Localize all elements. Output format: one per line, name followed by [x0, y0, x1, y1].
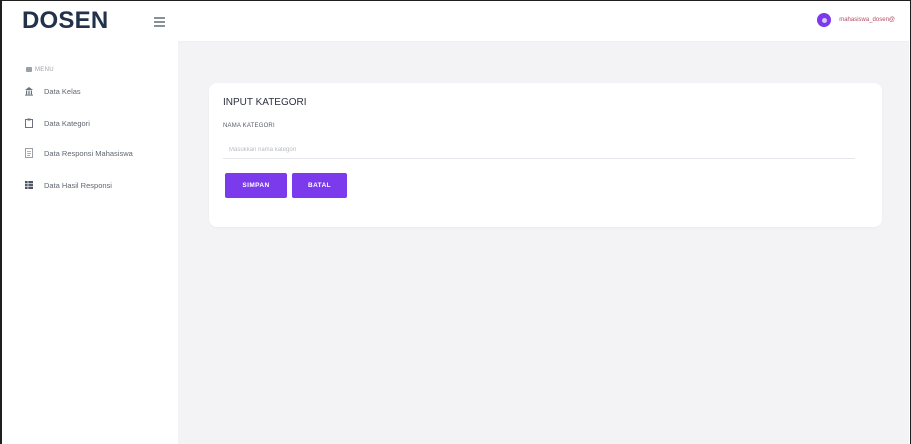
card-title: INPUT KATEGORI [223, 97, 307, 108]
clipboard-icon [24, 118, 34, 128]
user-name: mahasiswa_dosen@ [839, 17, 895, 23]
sidebar-item-label: Data Hasil Responsi [44, 180, 112, 190]
building-icon [24, 86, 34, 96]
hamburger-menu-icon[interactable] [154, 17, 165, 27]
user-menu[interactable]: mahasiswa_dosen@ [817, 13, 895, 27]
sidebar-section-label: MENU [26, 67, 54, 73]
sidebar-item-data-hasil-responsi[interactable]: Data Hasil Responsi [24, 177, 112, 193]
nama-kategori-label: NAMA KATEGORI [223, 123, 275, 129]
sidebar-item-label: Data Kategori [44, 118, 90, 128]
batal-button[interactable]: BATAL [292, 173, 347, 198]
menu-icon [26, 67, 32, 72]
sidebar-item-label: Data Kelas [44, 86, 81, 96]
nama-kategori-input[interactable] [223, 141, 855, 159]
top-navbar: mahasiswa_dosen@ [178, 1, 909, 42]
input-kategori-card: INPUT KATEGORI NAMA KATEGORI SIMPAN BATA… [209, 83, 882, 227]
sidebar: DOSEN MENU Data Kelas Data Kategori Data… [2, 1, 178, 444]
simpan-button[interactable]: SIMPAN [225, 173, 287, 198]
brand-logo: DOSEN [22, 7, 109, 34]
main-content: INPUT KATEGORI NAMA KATEGORI SIMPAN BATA… [178, 42, 909, 444]
avatar [817, 13, 832, 27]
sidebar-item-data-responsi-mahasiswa[interactable]: Data Responsi Mahasiswa [24, 145, 133, 161]
sidebar-item-label: Data Responsi Mahasiswa [44, 148, 133, 158]
table-icon [24, 180, 34, 190]
document-icon [24, 148, 34, 158]
sidebar-item-data-kelas[interactable]: Data Kelas [24, 83, 81, 99]
sidebar-item-data-kategori[interactable]: Data Kategori [24, 115, 90, 131]
